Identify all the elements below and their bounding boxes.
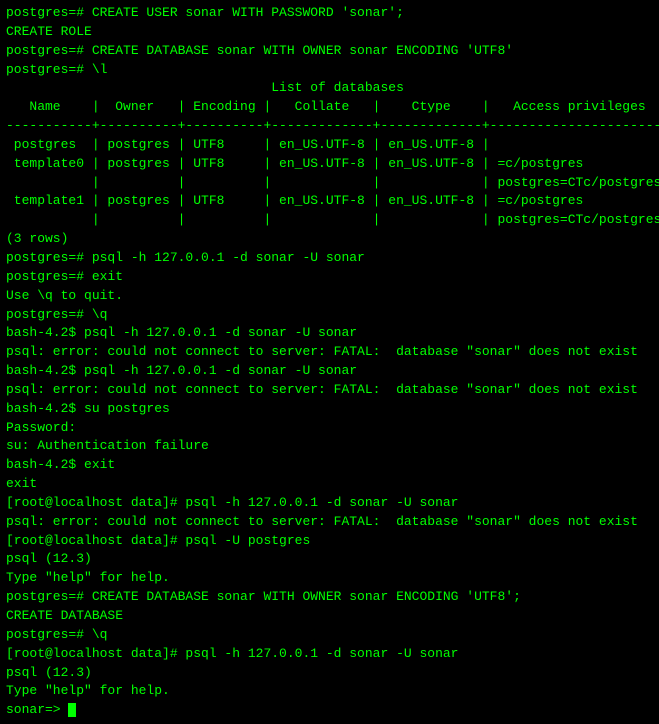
terminal-line: psql (12.3) (6, 664, 653, 683)
terminal-line: postgres=# psql -h 127.0.0.1 -d sonar -U… (6, 249, 653, 268)
terminal-line: postgres=# \q (6, 626, 653, 645)
terminal-line: bash-4.2$ psql -h 127.0.0.1 -d sonar -U … (6, 362, 653, 381)
terminal-cursor (68, 703, 76, 717)
terminal-line: Type "help" for help. (6, 569, 653, 588)
terminal-output: postgres=# CREATE USER sonar WITH PASSWO… (6, 4, 653, 720)
terminal-line: [root@localhost data]# psql -h 127.0.0.1… (6, 645, 653, 664)
terminal-line: template1 | postgres | UTF8 | en_US.UTF-… (6, 192, 653, 211)
terminal-line: psql: error: could not connect to server… (6, 381, 653, 400)
terminal-line: Password: (6, 419, 653, 438)
terminal-line: [root@localhost data]# psql -h 127.0.0.1… (6, 494, 653, 513)
terminal-line: bash-4.2$ psql -h 127.0.0.1 -d sonar -U … (6, 324, 653, 343)
terminal-line: psql (12.3) (6, 550, 653, 569)
terminal-line: postgres=# CREATE DATABASE sonar WITH OW… (6, 42, 653, 61)
terminal-line: -----------+----------+----------+------… (6, 117, 653, 136)
terminal-line: | | | | | postgres=CTc/postgres (6, 174, 653, 193)
terminal-line: postgres=# CREATE USER sonar WITH PASSWO… (6, 4, 653, 23)
terminal-line: sonar=> (6, 701, 653, 720)
terminal-line: CREATE ROLE (6, 23, 653, 42)
terminal-line: postgres=# CREATE DATABASE sonar WITH OW… (6, 588, 653, 607)
terminal-line: postgres=# \q (6, 306, 653, 325)
terminal-line: postgres=# \l (6, 61, 653, 80)
terminal-line: bash-4.2$ exit (6, 456, 653, 475)
terminal-line: exit (6, 475, 653, 494)
terminal-line: CREATE DATABASE (6, 607, 653, 626)
terminal-line: postgres=# exit (6, 268, 653, 287)
terminal-line: Type "help" for help. (6, 682, 653, 701)
terminal-line: su: Authentication failure (6, 437, 653, 456)
terminal-line: List of databases (6, 79, 653, 98)
terminal-line: psql: error: could not connect to server… (6, 513, 653, 532)
terminal-line: [root@localhost data]# psql -U postgres (6, 532, 653, 551)
terminal-line: (3 rows) (6, 230, 653, 249)
terminal-line: Use \q to quit. (6, 287, 653, 306)
terminal-line: bash-4.2$ su postgres (6, 400, 653, 419)
terminal-line: postgres | postgres | UTF8 | en_US.UTF-8… (6, 136, 653, 155)
terminal-line: template0 | postgres | UTF8 | en_US.UTF-… (6, 155, 653, 174)
terminal-line: psql: error: could not connect to server… (6, 343, 653, 362)
terminal-line: | | | | | postgres=CTc/postgres (6, 211, 653, 230)
terminal-window: postgres=# CREATE USER sonar WITH PASSWO… (0, 0, 659, 724)
terminal-line: Name | Owner | Encoding | Collate | Ctyp… (6, 98, 653, 117)
